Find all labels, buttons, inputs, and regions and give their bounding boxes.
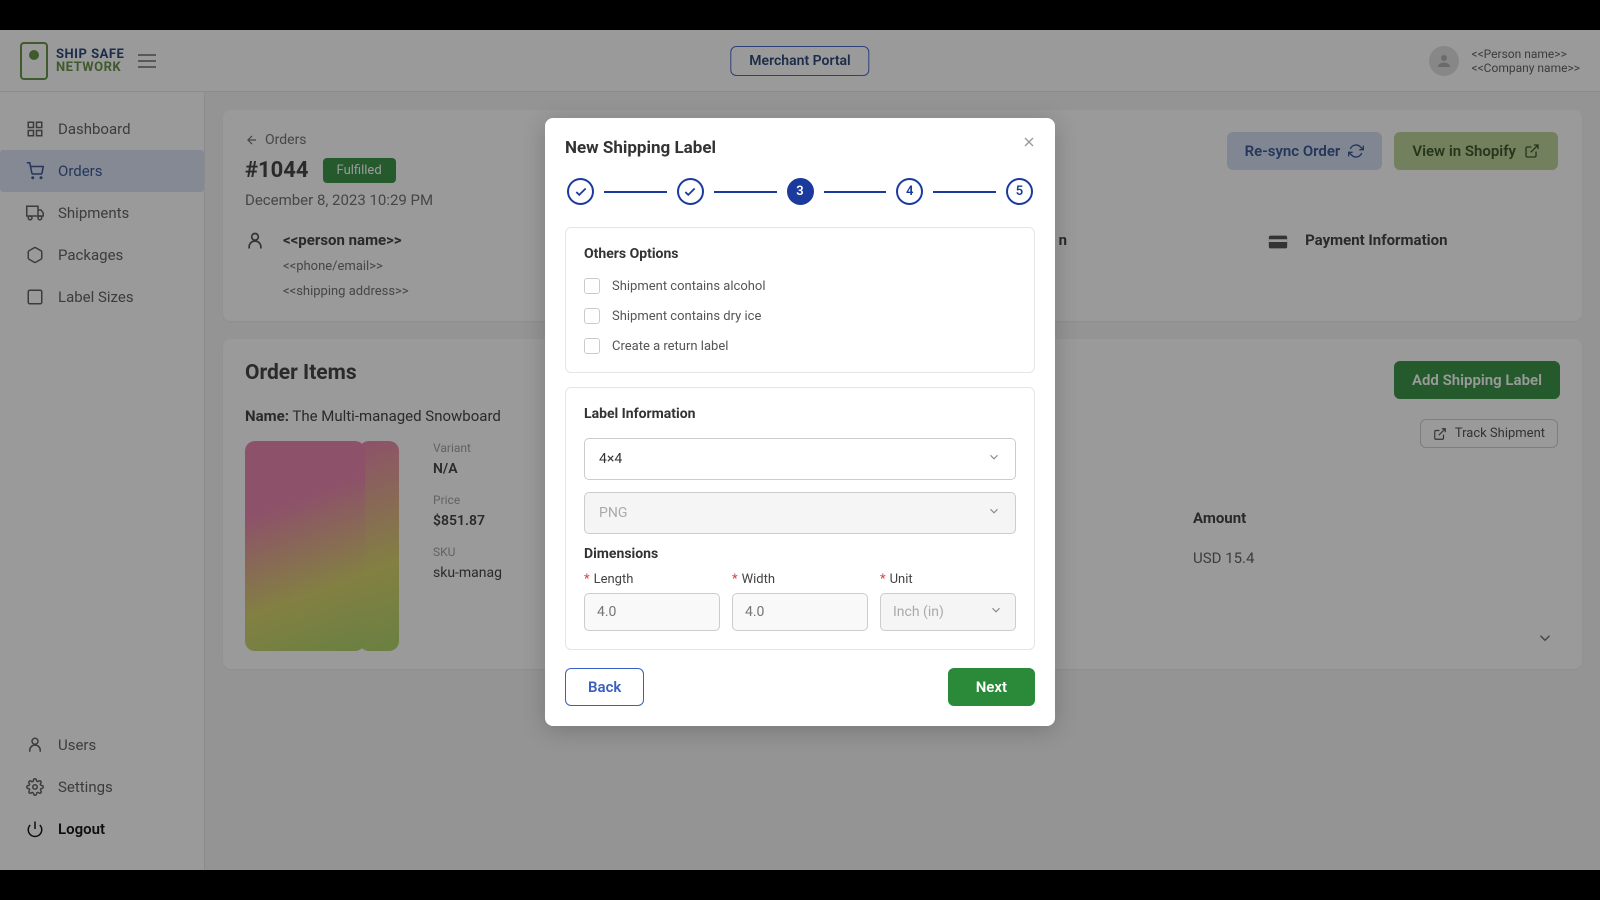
width-field: *Width: [732, 572, 868, 631]
unit-value: Inch (in): [893, 604, 944, 620]
length-label: *Length: [584, 572, 720, 587]
step-1[interactable]: [567, 178, 594, 205]
new-shipping-label-modal: New Shipping Label 3 4 5 Others Options …: [545, 118, 1055, 726]
step-line: [714, 191, 777, 193]
step-line: [933, 191, 996, 193]
checkbox-icon: [584, 278, 600, 294]
step-line: [604, 191, 667, 193]
step-line: [824, 191, 887, 193]
dimensions-row: *Length *Width *Unit Inch (in): [584, 572, 1016, 631]
unit-label: *Unit: [880, 572, 1016, 587]
letterbox-bottom: [0, 870, 1600, 900]
others-title: Others Options: [584, 246, 1016, 262]
format-value: PNG: [599, 505, 627, 521]
next-button[interactable]: Next: [948, 668, 1035, 706]
modal-title: New Shipping Label: [565, 138, 1035, 158]
opt-return[interactable]: Create a return label: [584, 338, 1016, 354]
step-5[interactable]: 5: [1006, 178, 1033, 205]
length-field: *Length: [584, 572, 720, 631]
step-2[interactable]: [677, 178, 704, 205]
checkbox-icon: [584, 308, 600, 324]
format-select[interactable]: PNG: [584, 492, 1016, 534]
chevron-down-icon: [987, 504, 1001, 522]
letterbox-top: [0, 0, 1600, 30]
step-3[interactable]: 3: [787, 178, 814, 205]
stepper: 3 4 5: [565, 178, 1035, 205]
back-button[interactable]: Back: [565, 668, 644, 706]
label-info-panel: Label Information 4×4 PNG Dimensions *Le…: [565, 387, 1035, 650]
unit-field: *Unit Inch (in): [880, 572, 1016, 631]
chevron-down-icon: [989, 603, 1003, 621]
opt-dryice-label: Shipment contains dry ice: [612, 309, 761, 324]
checkbox-icon: [584, 338, 600, 354]
step-4[interactable]: 4: [896, 178, 923, 205]
length-input[interactable]: [584, 593, 720, 631]
opt-alcohol[interactable]: Shipment contains alcohol: [584, 278, 1016, 294]
check-icon: [683, 185, 697, 199]
check-icon: [574, 185, 588, 199]
chevron-down-icon: [987, 450, 1001, 468]
size-select[interactable]: 4×4: [584, 438, 1016, 480]
opt-alcohol-label: Shipment contains alcohol: [612, 279, 765, 294]
opt-dryice[interactable]: Shipment contains dry ice: [584, 308, 1016, 324]
width-input[interactable]: [732, 593, 868, 631]
modal-footer: Back Next: [565, 668, 1035, 706]
width-label: *Width: [732, 572, 868, 587]
close-button[interactable]: [1021, 134, 1037, 155]
others-panel: Others Options Shipment contains alcohol…: [565, 227, 1035, 373]
label-info-title: Label Information: [584, 406, 1016, 422]
dimensions-title: Dimensions: [584, 546, 1016, 562]
size-value: 4×4: [599, 451, 622, 467]
unit-select[interactable]: Inch (in): [880, 593, 1016, 631]
opt-return-label: Create a return label: [612, 339, 728, 354]
close-icon: [1021, 134, 1037, 150]
